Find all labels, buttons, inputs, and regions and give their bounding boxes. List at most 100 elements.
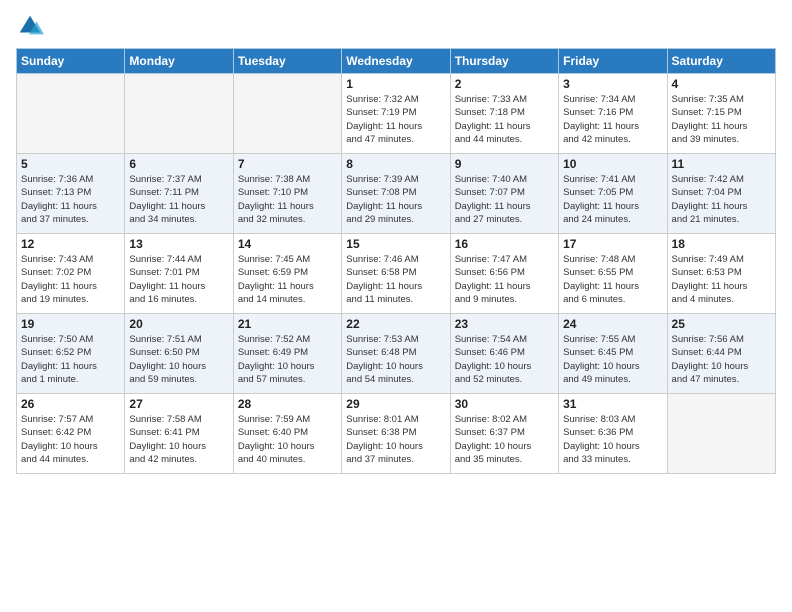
- day-info: Sunrise: 8:01 AM Sunset: 6:38 PM Dayligh…: [346, 413, 445, 466]
- calendar-day-11: 11 Sunrise: 7:42 AM Sunset: 7:04 PM Dayli…: [667, 154, 775, 234]
- calendar-header-row: SundayMondayTuesdayWednesdayThursdayFrid…: [17, 49, 776, 74]
- calendar-day-18: 18 Sunrise: 7:49 AM Sunset: 6:53 PM Dayli…: [667, 234, 775, 314]
- day-info: Sunrise: 7:39 AM Sunset: 7:08 PM Dayligh…: [346, 173, 445, 226]
- calendar-day-21: 21 Sunrise: 7:52 AM Sunset: 6:49 PM Dayli…: [233, 314, 341, 394]
- day-number: 19: [21, 317, 120, 331]
- page: SundayMondayTuesdayWednesdayThursdayFrid…: [0, 0, 792, 612]
- calendar-day-1: 1Sunrise: 7:32 AM Sunset: 7:19 PM Daylig…: [342, 74, 450, 154]
- logo: [16, 12, 48, 40]
- calendar-header-saturday: Saturday: [667, 49, 775, 74]
- day-info: Sunrise: 7:53 AM Sunset: 6:48 PM Dayligh…: [346, 333, 445, 386]
- calendar-week-row: 26 Sunrise: 7:57 AM Sunset: 6:42 PM Dayli…: [17, 394, 776, 474]
- day-number: 10: [563, 157, 662, 171]
- day-number: 23: [455, 317, 554, 331]
- day-info: Sunrise: 7:57 AM Sunset: 6:42 PM Dayligh…: [21, 413, 120, 466]
- day-number: 21: [238, 317, 337, 331]
- calendar-header-tuesday: Tuesday: [233, 49, 341, 74]
- calendar-day-12: 12 Sunrise: 7:43 AM Sunset: 7:02 PM Dayli…: [17, 234, 125, 314]
- calendar-header-wednesday: Wednesday: [342, 49, 450, 74]
- day-info: Sunrise: 7:34 AM Sunset: 7:16 PM Dayligh…: [563, 93, 662, 146]
- calendar-day-4: 4 Sunrise: 7:35 AM Sunset: 7:15 PM Daylig…: [667, 74, 775, 154]
- logo-icon: [16, 12, 44, 40]
- day-number: 6: [129, 157, 228, 171]
- calendar-empty-cell: [17, 74, 125, 154]
- calendar-week-row: 12 Sunrise: 7:43 AM Sunset: 7:02 PM Dayli…: [17, 234, 776, 314]
- calendar-day-22: 22 Sunrise: 7:53 AM Sunset: 6:48 PM Dayli…: [342, 314, 450, 394]
- calendar-day-14: 14Sunrise: 7:45 AM Sunset: 6:59 PM Dayli…: [233, 234, 341, 314]
- day-info: Sunrise: 7:54 AM Sunset: 6:46 PM Dayligh…: [455, 333, 554, 386]
- day-number: 13: [129, 237, 228, 251]
- calendar-day-29: 29 Sunrise: 8:01 AM Sunset: 6:38 PM Dayli…: [342, 394, 450, 474]
- day-info: Sunrise: 7:51 AM Sunset: 6:50 PM Dayligh…: [129, 333, 228, 386]
- day-info: Sunrise: 7:46 AM Sunset: 6:58 PM Dayligh…: [346, 253, 445, 306]
- day-number: 22: [346, 317, 445, 331]
- calendar-day-5: 5 Sunrise: 7:36 AM Sunset: 7:13 PM Daylig…: [17, 154, 125, 234]
- calendar-empty-cell: [233, 74, 341, 154]
- day-info: Sunrise: 7:37 AM Sunset: 7:11 PM Dayligh…: [129, 173, 228, 226]
- calendar-day-28: 28Sunrise: 7:59 AM Sunset: 6:40 PM Dayli…: [233, 394, 341, 474]
- calendar-day-10: 10Sunrise: 7:41 AM Sunset: 7:05 PM Dayli…: [559, 154, 667, 234]
- calendar: SundayMondayTuesdayWednesdayThursdayFrid…: [16, 48, 776, 474]
- day-number: 16: [455, 237, 554, 251]
- calendar-day-25: 25 Sunrise: 7:56 AM Sunset: 6:44 PM Dayli…: [667, 314, 775, 394]
- day-number: 4: [672, 77, 771, 91]
- calendar-header-sunday: Sunday: [17, 49, 125, 74]
- day-info: Sunrise: 7:38 AM Sunset: 7:10 PM Dayligh…: [238, 173, 337, 226]
- day-number: 31: [563, 397, 662, 411]
- day-info: Sunrise: 7:36 AM Sunset: 7:13 PM Dayligh…: [21, 173, 120, 226]
- calendar-day-15: 15 Sunrise: 7:46 AM Sunset: 6:58 PM Dayli…: [342, 234, 450, 314]
- calendar-header-thursday: Thursday: [450, 49, 558, 74]
- day-number: 1: [346, 77, 445, 91]
- calendar-day-27: 27 Sunrise: 7:58 AM Sunset: 6:41 PM Dayli…: [125, 394, 233, 474]
- day-info: Sunrise: 7:52 AM Sunset: 6:49 PM Dayligh…: [238, 333, 337, 386]
- day-info: Sunrise: 8:02 AM Sunset: 6:37 PM Dayligh…: [455, 413, 554, 466]
- calendar-day-30: 30 Sunrise: 8:02 AM Sunset: 6:37 PM Dayli…: [450, 394, 558, 474]
- calendar-day-16: 16 Sunrise: 7:47 AM Sunset: 6:56 PM Dayli…: [450, 234, 558, 314]
- day-info: Sunrise: 7:47 AM Sunset: 6:56 PM Dayligh…: [455, 253, 554, 306]
- day-number: 25: [672, 317, 771, 331]
- day-number: 8: [346, 157, 445, 171]
- day-number: 11: [672, 157, 771, 171]
- calendar-empty-cell: [667, 394, 775, 474]
- calendar-header-monday: Monday: [125, 49, 233, 74]
- day-number: 2: [455, 77, 554, 91]
- day-number: 14: [238, 237, 337, 251]
- day-info: Sunrise: 7:49 AM Sunset: 6:53 PM Dayligh…: [672, 253, 771, 306]
- calendar-day-2: 2Sunrise: 7:33 AM Sunset: 7:18 PM Daylig…: [450, 74, 558, 154]
- day-number: 5: [21, 157, 120, 171]
- day-number: 18: [672, 237, 771, 251]
- calendar-week-row: 5 Sunrise: 7:36 AM Sunset: 7:13 PM Daylig…: [17, 154, 776, 234]
- day-info: Sunrise: 7:58 AM Sunset: 6:41 PM Dayligh…: [129, 413, 228, 466]
- day-info: Sunrise: 7:35 AM Sunset: 7:15 PM Dayligh…: [672, 93, 771, 146]
- calendar-day-19: 19 Sunrise: 7:50 AM Sunset: 6:52 PM Dayli…: [17, 314, 125, 394]
- day-number: 12: [21, 237, 120, 251]
- day-number: 15: [346, 237, 445, 251]
- day-info: Sunrise: 7:59 AM Sunset: 6:40 PM Dayligh…: [238, 413, 337, 466]
- day-info: Sunrise: 8:03 AM Sunset: 6:36 PM Dayligh…: [563, 413, 662, 466]
- calendar-day-13: 13 Sunrise: 7:44 AM Sunset: 7:01 PM Dayli…: [125, 234, 233, 314]
- day-info: Sunrise: 7:50 AM Sunset: 6:52 PM Dayligh…: [21, 333, 120, 386]
- calendar-day-20: 20Sunrise: 7:51 AM Sunset: 6:50 PM Dayli…: [125, 314, 233, 394]
- calendar-day-23: 23 Sunrise: 7:54 AM Sunset: 6:46 PM Dayli…: [450, 314, 558, 394]
- day-number: 24: [563, 317, 662, 331]
- day-info: Sunrise: 7:40 AM Sunset: 7:07 PM Dayligh…: [455, 173, 554, 226]
- calendar-day-6: 6 Sunrise: 7:37 AM Sunset: 7:11 PM Daylig…: [125, 154, 233, 234]
- day-info: Sunrise: 7:44 AM Sunset: 7:01 PM Dayligh…: [129, 253, 228, 306]
- calendar-day-9: 9 Sunrise: 7:40 AM Sunset: 7:07 PM Daylig…: [450, 154, 558, 234]
- day-number: 30: [455, 397, 554, 411]
- day-number: 9: [455, 157, 554, 171]
- day-info: Sunrise: 7:42 AM Sunset: 7:04 PM Dayligh…: [672, 173, 771, 226]
- day-number: 29: [346, 397, 445, 411]
- header: [16, 12, 776, 40]
- day-number: 26: [21, 397, 120, 411]
- day-number: 7: [238, 157, 337, 171]
- calendar-empty-cell: [125, 74, 233, 154]
- day-info: Sunrise: 7:56 AM Sunset: 6:44 PM Dayligh…: [672, 333, 771, 386]
- day-number: 27: [129, 397, 228, 411]
- calendar-day-8: 8 Sunrise: 7:39 AM Sunset: 7:08 PM Daylig…: [342, 154, 450, 234]
- calendar-day-17: 17Sunrise: 7:48 AM Sunset: 6:55 PM Dayli…: [559, 234, 667, 314]
- calendar-week-row: 19 Sunrise: 7:50 AM Sunset: 6:52 PM Dayli…: [17, 314, 776, 394]
- calendar-day-26: 26 Sunrise: 7:57 AM Sunset: 6:42 PM Dayli…: [17, 394, 125, 474]
- day-info: Sunrise: 7:43 AM Sunset: 7:02 PM Dayligh…: [21, 253, 120, 306]
- calendar-day-31: 31 Sunrise: 8:03 AM Sunset: 6:36 PM Dayli…: [559, 394, 667, 474]
